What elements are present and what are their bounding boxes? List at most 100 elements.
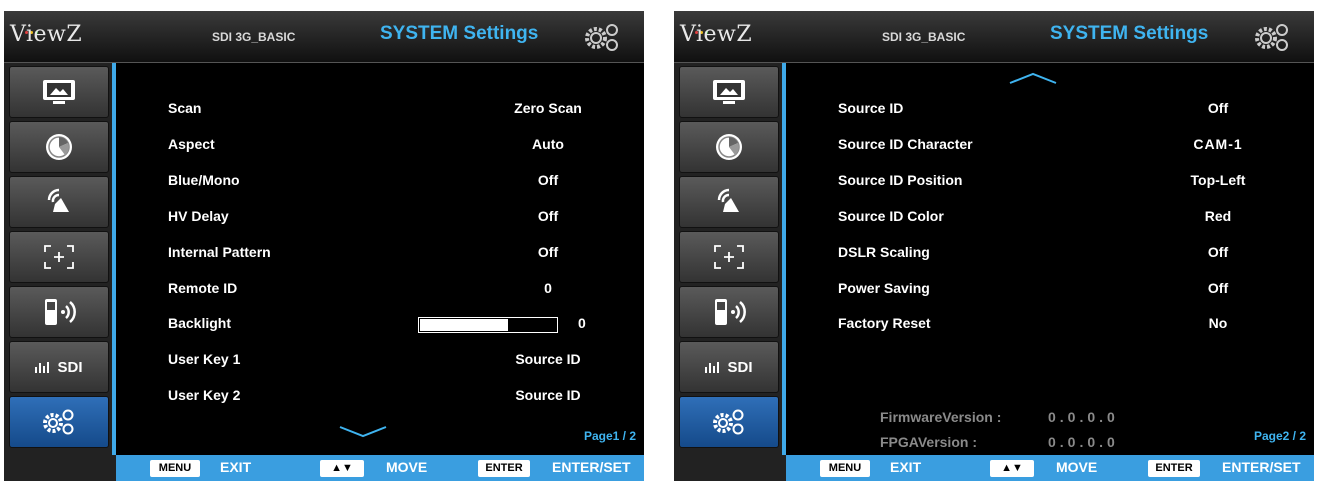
tab-sdi[interactable]: SDI <box>679 341 779 393</box>
setting-row-user-key-1[interactable]: User Key 1 Source ID <box>168 351 638 373</box>
tab-sdi[interactable]: SDI <box>9 341 109 393</box>
setting-label: User Key 2 <box>168 387 241 403</box>
move-label: MOVE <box>386 459 428 475</box>
color-icon <box>46 134 72 160</box>
tab-remote[interactable] <box>9 286 109 338</box>
move-label: MOVE <box>1056 459 1098 475</box>
firmware-version-value: 0.0.0.0 <box>1048 409 1119 425</box>
tab-audio[interactable] <box>9 176 109 228</box>
audio-icon <box>47 188 69 212</box>
menu-title: SYSTEM Settings <box>380 23 539 44</box>
backlight-slider-fill <box>420 319 509 331</box>
osd-panel-page-1: ViewZ SDI 3G_BASIC SYSTEM Settings SDI S… <box>4 11 644 481</box>
settings-gears-icon <box>585 24 618 51</box>
up-down-key-icon: ▲▼ <box>990 460 1034 477</box>
audio-icon <box>717 188 739 212</box>
setting-row-user-key-2[interactable]: User Key 2 Source ID <box>168 387 638 409</box>
tab-audio[interactable] <box>679 176 779 228</box>
setting-label: Source ID Position <box>838 172 963 188</box>
scroll-up-chevron-icon[interactable] <box>1008 71 1058 85</box>
exit-label: EXIT <box>890 459 922 475</box>
setting-row-source-id-position[interactable]: Source ID Position Top-Left <box>838 172 1308 194</box>
setting-row-hv-delay[interactable]: HV Delay Off <box>168 208 638 230</box>
setting-label: HV Delay <box>168 208 229 224</box>
setting-row-internal-pattern[interactable]: Internal Pattern Off <box>168 244 638 266</box>
picture-icon <box>713 80 745 104</box>
osd-header: ViewZ SDI 3G_BASIC SYSTEM Settings <box>674 11 1314 63</box>
tab-remote[interactable] <box>679 286 779 338</box>
setting-value: Off <box>537 244 559 260</box>
setting-label: Source ID <box>838 100 904 116</box>
tab-picture[interactable] <box>9 66 109 118</box>
setting-label: Scan <box>168 100 202 116</box>
category-sidebar: SDI <box>4 63 112 455</box>
tab-marker[interactable] <box>9 231 109 283</box>
model-name: SDI 3G_BASIC <box>882 30 966 44</box>
setting-value: Off <box>1207 280 1229 296</box>
setting-row-source-id-color[interactable]: Source ID Color Red <box>838 208 1308 230</box>
category-sidebar: SDI <box>674 63 782 455</box>
page-indicator: Page2 / 2 <box>1253 429 1306 443</box>
setting-value: Off <box>537 172 559 188</box>
scroll-down-chevron-icon[interactable] <box>338 425 388 439</box>
remote-icon <box>45 299 76 325</box>
sdi-label: SDI <box>57 358 83 376</box>
setting-value: 0 <box>578 315 586 331</box>
level-bars-icon <box>35 362 50 373</box>
setting-value: Auto <box>532 136 564 152</box>
tab-system[interactable] <box>679 396 779 448</box>
marker-icon <box>714 245 744 269</box>
firmware-version-label: FirmwareVersion : <box>880 409 1002 425</box>
enter-set-label: ENTER/SET <box>552 459 631 475</box>
setting-row-source-id-character[interactable]: Source ID Character CAM-1 <box>838 136 1308 158</box>
setting-row-source-id[interactable]: Source ID Off <box>838 100 1308 122</box>
up-down-key-icon: ▲▼ <box>320 460 364 477</box>
osd-footer: MENU EXIT ▲▼ MOVE ENTER ENTER/SET <box>674 455 1314 481</box>
settings-list: Scan Zero Scan Aspect Auto Blue/Mono Off… <box>112 63 644 455</box>
fpga-version-label: FPGAVersion : <box>880 434 977 450</box>
osd-panel-page-2: ViewZ SDI 3G_BASIC SYSTEM Settings SDI S… <box>674 11 1314 481</box>
setting-value: Zero Scan <box>514 100 582 116</box>
setting-row-scan[interactable]: Scan Zero Scan <box>168 100 638 122</box>
setting-value: Source ID <box>515 387 581 403</box>
setting-row-aspect[interactable]: Aspect Auto <box>168 136 638 158</box>
viewz-logo: ViewZ <box>680 22 753 47</box>
viewz-logo: ViewZ <box>10 22 83 47</box>
color-icon <box>716 134 742 160</box>
setting-value: No <box>1208 315 1228 331</box>
menu-key: MENU <box>820 460 870 477</box>
menu-key: MENU <box>150 460 200 477</box>
key-hint-bar: MENU EXIT ▲▼ MOVE ENTER ENTER/SET <box>786 455 1314 481</box>
setting-row-power-saving[interactable]: Power Saving Off <box>838 280 1308 302</box>
tab-system[interactable] <box>9 396 109 448</box>
tab-picture[interactable] <box>679 66 779 118</box>
osd-header: ViewZ SDI 3G_BASIC SYSTEM Settings <box>4 11 644 63</box>
osd-footer: MENU EXIT ▲▼ MOVE ENTER ENTER/SET <box>4 455 644 481</box>
marker-icon <box>44 245 74 269</box>
settings-icon <box>713 409 744 435</box>
settings-list: Source ID Off Source ID Character CAM-1 … <box>782 63 1314 455</box>
setting-label: Factory Reset <box>838 315 931 331</box>
exit-label: EXIT <box>220 459 252 475</box>
page-indicator: Page1 / 2 <box>583 429 636 443</box>
enter-key: ENTER <box>1148 460 1200 477</box>
setting-value: CAM-1 <box>1193 136 1243 152</box>
remote-icon <box>715 299 746 325</box>
settings-icon <box>43 409 74 435</box>
tab-color[interactable] <box>679 121 779 173</box>
picture-icon <box>43 80 75 104</box>
setting-label: Blue/Mono <box>168 172 240 188</box>
setting-label: DSLR Scaling <box>838 244 930 260</box>
tab-color[interactable] <box>9 121 109 173</box>
setting-label: Remote ID <box>168 280 238 296</box>
setting-row-dslr-scaling[interactable]: DSLR Scaling Off <box>838 244 1308 266</box>
level-bars-icon <box>705 362 720 373</box>
model-name: SDI 3G_BASIC <box>212 30 296 44</box>
setting-row-blue-mono[interactable]: Blue/Mono Off <box>168 172 638 194</box>
setting-row-remote-id[interactable]: Remote ID 0 <box>168 280 638 302</box>
tab-marker[interactable] <box>679 231 779 283</box>
setting-row-backlight[interactable]: Backlight 0 <box>168 315 638 337</box>
backlight-slider[interactable] <box>418 317 558 333</box>
menu-title: SYSTEM Settings <box>1050 23 1209 44</box>
setting-row-factory-reset[interactable]: Factory Reset No <box>838 315 1308 337</box>
